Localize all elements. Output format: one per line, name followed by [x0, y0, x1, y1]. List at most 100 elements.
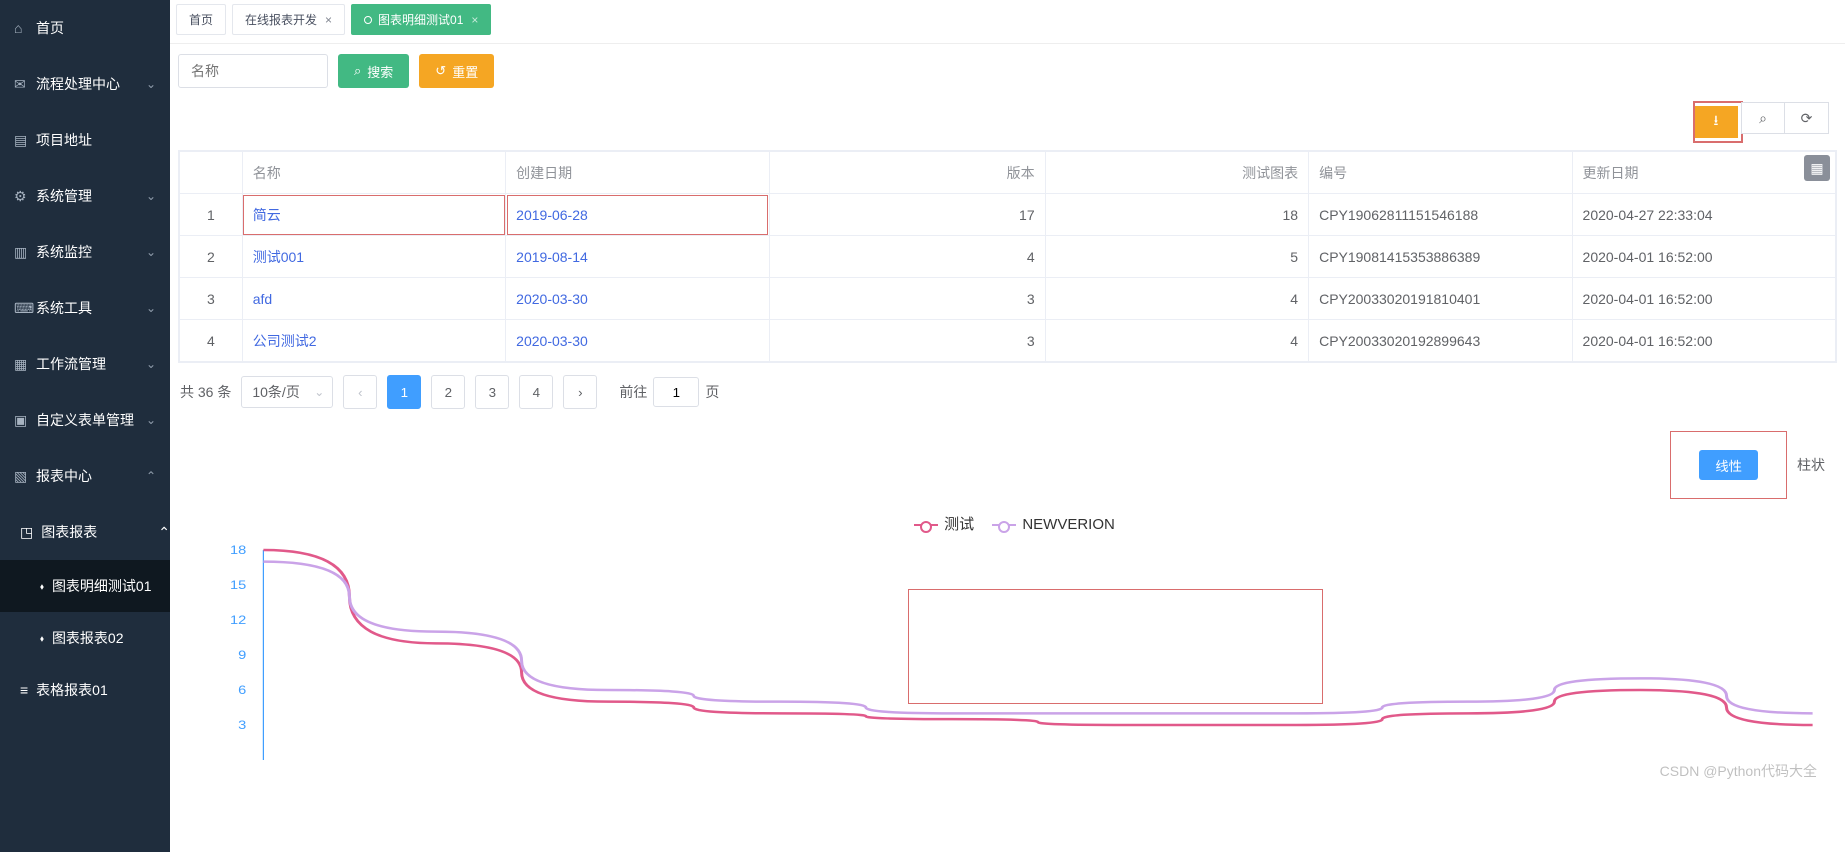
- download-button[interactable]: ⭳: [1694, 106, 1738, 138]
- pagination: 共 36 条 10条/页⌄ ‹ 1 2 3 4 › 前往 页: [170, 363, 1845, 421]
- cell-test-chart: 18: [1045, 194, 1308, 236]
- close-icon[interactable]: ×: [471, 13, 478, 27]
- chart-type-bar-button[interactable]: 柱状: [1797, 455, 1825, 475]
- jump-prefix: 前往: [619, 382, 647, 402]
- chevron-down-icon: ⌄: [146, 357, 156, 371]
- chart-legend: 测试 NEWVERION: [178, 509, 1837, 540]
- cell-index: 1: [180, 194, 243, 236]
- bar-chart-icon: ⬪: [40, 578, 44, 595]
- chart-type-linear-button[interactable]: 线性: [1699, 450, 1758, 480]
- legend-label: NEWVERION: [1022, 516, 1115, 533]
- action-group: ⌕ ⟳: [1741, 102, 1829, 142]
- menu-label: 自定义表单管理: [36, 410, 146, 430]
- watermark: CSDN @Python代码大全: [1660, 761, 1817, 781]
- refresh-icon: ↺: [435, 63, 446, 79]
- menu-project[interactable]: ▤项目地址: [0, 112, 170, 168]
- chart-icon: ◳: [20, 524, 33, 541]
- cell-name[interactable]: 公司测试2: [242, 320, 505, 362]
- cell-name[interactable]: 测试001: [242, 236, 505, 278]
- svg-text:6: 6: [238, 683, 246, 696]
- cell-create-date: 2020-03-30: [506, 278, 769, 320]
- th-version[interactable]: 版本: [769, 152, 1045, 194]
- cell-name[interactable]: 简云: [242, 194, 505, 236]
- cell-update-date: 2020-04-27 22:33:04: [1572, 194, 1835, 236]
- legend-marker-newverion[interactable]: [992, 524, 1016, 526]
- th-update-date[interactable]: 更新日期: [1572, 152, 1835, 194]
- home-icon: ⌂: [14, 20, 28, 36]
- next-page-button[interactable]: ›: [563, 375, 597, 409]
- tab-online-report-dev[interactable]: 在线报表开发 ×: [232, 4, 345, 35]
- cell-update-date: 2020-04-01 16:52:00: [1572, 236, 1835, 278]
- table-row[interactable]: 2测试0012019-08-1445CPY1908141535388638920…: [180, 236, 1836, 278]
- page-button-3[interactable]: 3: [475, 375, 509, 409]
- close-icon[interactable]: ×: [325, 13, 332, 27]
- legend-marker-test[interactable]: [914, 524, 938, 526]
- tools-icon: ⌨: [14, 300, 28, 317]
- menu-home[interactable]: ⌂ 首页: [0, 0, 170, 56]
- chevron-up-icon: ⌃: [146, 469, 156, 483]
- menu-form[interactable]: ▣ 自定义表单管理⌄: [0, 392, 170, 448]
- bar-chart-icon: ⬪: [40, 630, 44, 647]
- cell-index: 3: [180, 278, 243, 320]
- name-input[interactable]: [178, 54, 328, 88]
- menu-label: 首页: [36, 18, 156, 38]
- menu-label: 流程处理中心: [36, 74, 146, 94]
- cell-serial: CPY20033020191810401: [1309, 278, 1572, 320]
- menu-sysmgmt[interactable]: ⚙系统管理⌄: [0, 168, 170, 224]
- svg-text:3: 3: [238, 718, 246, 731]
- grid-mode-button[interactable]: ▦: [1804, 155, 1830, 181]
- report-icon: ▧: [14, 468, 28, 485]
- menu-process[interactable]: ✉流程处理中心⌄: [0, 56, 170, 112]
- submenu-chart-report[interactable]: ◳图表报表⌃: [0, 504, 170, 560]
- chevron-up-icon: ⌃: [158, 524, 170, 541]
- cell-index: 2: [180, 236, 243, 278]
- tab-chart-detail-01[interactable]: 图表明细测试01×: [351, 4, 491, 35]
- table-row[interactable]: 1简云2019-06-281718CPY19062811151546188202…: [180, 194, 1836, 236]
- search-button[interactable]: ⌕搜索: [338, 54, 409, 88]
- page-button-2[interactable]: 2: [431, 375, 465, 409]
- chevron-down-icon: ⌄: [146, 413, 156, 427]
- menu-label: 系统监控: [36, 242, 146, 262]
- cell-name[interactable]: afd: [242, 278, 505, 320]
- chevron-down-icon: ⌄: [146, 77, 156, 91]
- page-button-1[interactable]: 1: [387, 375, 421, 409]
- table-row[interactable]: 4公司测试22020-03-3034CPY2003302019289964320…: [180, 320, 1836, 362]
- page-button-4[interactable]: 4: [519, 375, 553, 409]
- th-create-date[interactable]: 创建日期: [506, 152, 769, 194]
- tab-home[interactable]: 首页: [176, 4, 226, 35]
- jump-input[interactable]: [653, 377, 699, 407]
- form-icon: ▣: [14, 412, 28, 429]
- page-size-value: 10条/页: [252, 382, 299, 402]
- prev-page-button[interactable]: ‹: [343, 375, 377, 409]
- menu-report[interactable]: ▧报表中心⌃: [0, 448, 170, 504]
- th-serial[interactable]: 编号: [1309, 152, 1572, 194]
- svg-text:15: 15: [230, 578, 246, 591]
- gear-icon: ⚙: [14, 188, 28, 205]
- submenu-chart-report-02[interactable]: ⬪图表报表02: [0, 612, 170, 664]
- submenu-chart-detail-01[interactable]: ⬪图表明细测试01: [0, 560, 170, 612]
- submenu-table-report-01[interactable]: ≡ 表格报表01: [0, 664, 170, 716]
- menu-tools[interactable]: ⌨系统工具⌄: [0, 280, 170, 336]
- menu-monitor[interactable]: ▥系统监控⌄: [0, 224, 170, 280]
- total-count: 共 36 条: [180, 382, 231, 402]
- menu-label: 项目地址: [36, 130, 156, 150]
- cell-create-date: 2019-06-28: [506, 194, 769, 236]
- th-test-chart[interactable]: 测试图表: [1045, 152, 1308, 194]
- button-label: 重置: [452, 62, 478, 81]
- cell-test-chart: 4: [1045, 320, 1308, 362]
- list-icon: ≡: [20, 682, 28, 698]
- page-size-select[interactable]: 10条/页⌄: [241, 376, 333, 408]
- menu-workflow[interactable]: ▦工作流管理⌄: [0, 336, 170, 392]
- chart-type-highlight: 线性: [1670, 431, 1787, 499]
- th-name[interactable]: 名称: [242, 152, 505, 194]
- reset-button[interactable]: ↺ 重置: [419, 54, 494, 88]
- sidebar: ⌂首页 ✉流程处理中心⌄ ▤项目地址 ⚙系统管理⌄ ▥系统监控⌄ ⌨系统工具⌄ …: [0, 0, 170, 852]
- tab-label: 在线报表开发: [245, 11, 317, 28]
- menu-label: 系统管理: [36, 186, 146, 206]
- menu-label: 表格报表01: [36, 680, 108, 700]
- refresh-button[interactable]: ⟳: [1785, 102, 1829, 134]
- zoom-button[interactable]: ⌕: [1741, 102, 1785, 134]
- menu-label: 系统工具: [36, 298, 146, 318]
- table-row[interactable]: 3afd2020-03-3034CPY200330201918104012020…: [180, 278, 1836, 320]
- legend-label: 测试: [944, 516, 974, 533]
